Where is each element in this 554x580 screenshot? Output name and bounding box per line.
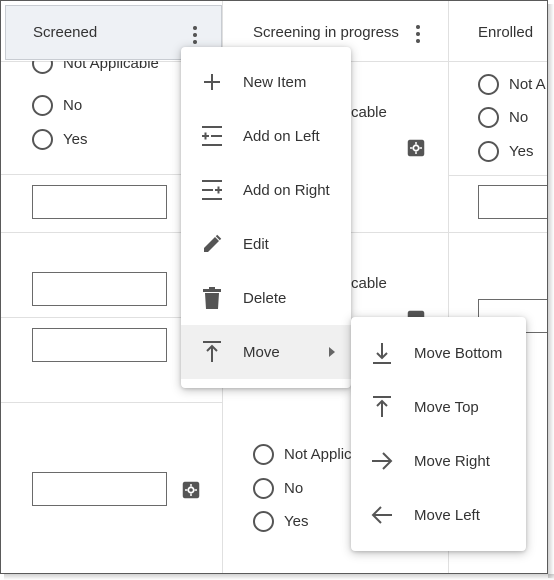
column-header-label: Screening in progress [253,24,399,41]
radio-option-not-applicable[interactable]: Not Applicable [32,61,159,83]
radio-button[interactable] [32,95,53,116]
menu-item-label: Add on Left [243,127,320,145]
arrow-right-icon [371,450,393,472]
menu-item-add-on-right[interactable]: Add on Right [181,163,351,217]
radio-button[interactable] [253,511,274,532]
radio-label: Not A [509,76,546,93]
radio-option-no[interactable]: No [253,478,303,499]
add-right-icon [201,179,223,201]
menu-item-label: Move Right [414,452,490,470]
radio-option-yes[interactable]: Yes [478,141,533,162]
menu-item-delete[interactable]: Delete [181,271,351,325]
add-left-icon [201,125,223,147]
radio-label: No [63,97,83,114]
radio-label: Yes [284,513,309,530]
radio-label: No [509,109,529,126]
radio-button[interactable] [253,478,274,499]
pencil-icon [201,233,223,255]
radio-option-yes[interactable]: Yes [32,129,87,150]
radio-option-no[interactable]: No [32,95,82,116]
menu-item-move-top[interactable]: Move Top [351,380,526,434]
menu-item-label: New Item [243,73,307,91]
text-input[interactable] [478,185,547,219]
radio-label: Yes [509,143,534,160]
radio-button[interactable] [32,61,53,74]
menu-item-label: Move Bottom [414,344,503,362]
row-divider [448,175,547,176]
grid-frame: Screened Screening in progress Enrolled … [0,0,548,574]
radio-label-partial: cable [351,104,387,121]
kebab-menu-icon[interactable] [193,26,197,44]
menu-item-label: Delete [243,289,287,307]
plus-icon [201,71,223,93]
menu-item-move-left[interactable]: Move Left [351,488,526,542]
submenu-caret-icon [329,347,335,357]
column-header-enrolled[interactable]: Enrolled [449,5,547,60]
text-input[interactable] [32,472,167,506]
settings-gear-icon[interactable] [407,139,425,157]
column-header-label: Screened [33,24,98,41]
move-icon [201,341,223,363]
frame-shadow [548,4,554,578]
move-submenu: Move Bottom Move Top Move Right Move Lef… [351,317,526,551]
menu-item-move[interactable]: Move [181,325,351,379]
radio-button[interactable] [32,129,53,150]
menu-item-label: Move Left [414,506,480,524]
menu-item-move-bottom[interactable]: Move Bottom [351,326,526,380]
text-input[interactable] [32,185,167,219]
text-input[interactable] [32,272,167,306]
menu-item-label: Edit [243,235,269,253]
menu-item-label: Move Top [414,398,479,416]
settings-gear-icon[interactable] [182,481,200,499]
radio-option-not-applicable[interactable]: Not A [478,74,546,95]
move-bottom-icon [371,342,393,364]
menu-item-add-on-left[interactable]: Add on Left [181,109,351,163]
radio-label: Not Applicable [63,61,159,72]
menu-item-edit[interactable]: Edit [181,217,351,271]
menu-item-new-item[interactable]: New Item [181,55,351,109]
text-input[interactable] [32,328,167,362]
radio-button[interactable] [478,141,499,162]
radio-button[interactable] [478,74,499,95]
column-context-menu: New Item Add on Left Add on Right Edit D… [181,47,351,388]
radio-option-yes[interactable]: Yes [253,511,308,532]
kebab-menu-icon[interactable] [416,25,420,43]
menu-item-label: Move [243,343,280,361]
radio-button[interactable] [253,444,274,465]
radio-label: Yes [63,131,88,148]
row-divider [1,402,222,403]
move-top-icon [371,396,393,418]
trash-icon [201,287,223,309]
menu-item-move-right[interactable]: Move Right [351,434,526,488]
radio-label-partial: cable [351,275,387,292]
column-header-label: Enrolled [478,24,534,41]
radio-label: No [284,480,304,497]
radio-option-not-applicable[interactable]: Not Applic [253,444,352,465]
menu-item-label: Add on Right [243,181,330,199]
radio-option-no[interactable]: No [478,107,528,128]
arrow-left-icon [371,504,393,526]
radio-button[interactable] [478,107,499,128]
radio-label: Not Applic [284,446,352,463]
frame-shadow [4,574,554,580]
